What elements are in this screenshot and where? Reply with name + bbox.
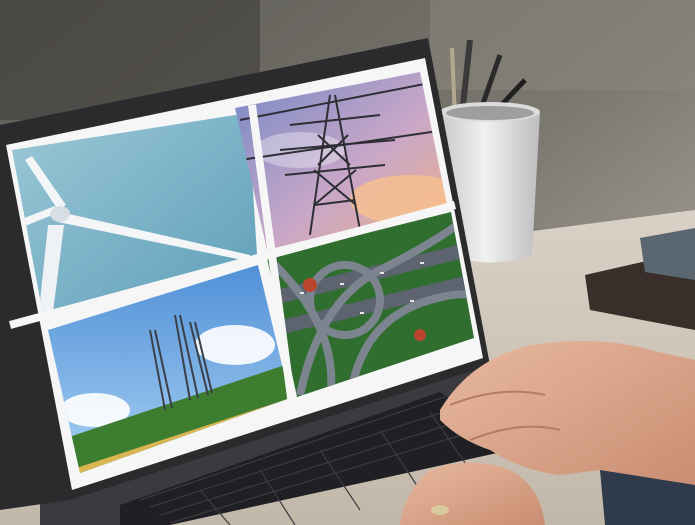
laptop-photo bbox=[0, 0, 695, 525]
photo-scene bbox=[0, 0, 695, 525]
ring-icon bbox=[431, 505, 449, 515]
